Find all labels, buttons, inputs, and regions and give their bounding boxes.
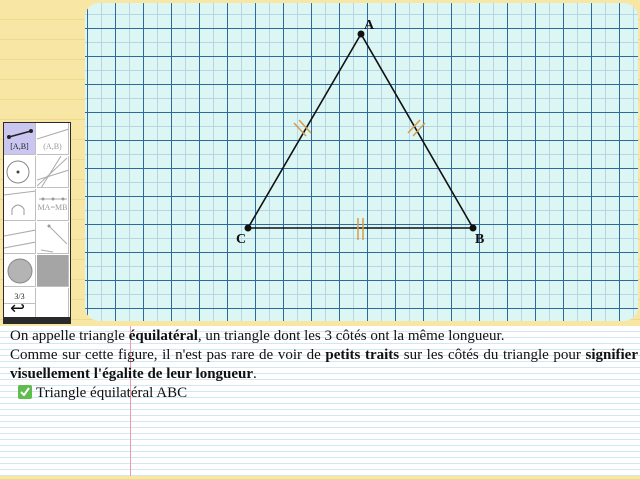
label-A: A: [364, 18, 375, 33]
point-B[interactable]: [469, 224, 477, 232]
fill-square-tool[interactable]: [37, 255, 69, 287]
line-tool-label: (A,B): [43, 142, 62, 151]
fill-circle-tool[interactable]: [4, 255, 36, 287]
geometry-canvas[interactable]: A B C: [85, 3, 638, 321]
segment-tool[interactable]: [A,B]: [4, 123, 36, 155]
side-AC[interactable]: [247, 33, 362, 229]
line-tool[interactable]: (A,B): [37, 123, 69, 155]
triangle-figure: A B C: [236, 18, 484, 247]
term-equilateral: équilatéral: [128, 328, 198, 344]
rays-icon: [4, 229, 35, 249]
checklist-item[interactable]: Triangle équilatéral ABC: [10, 384, 638, 403]
segments-tool[interactable]: [37, 222, 69, 254]
filled-square-icon: [37, 255, 69, 287]
rays-tool[interactable]: [4, 222, 36, 254]
tool-palette: [A,B] (A,B) MA=MB 3/3 ↩: [3, 122, 71, 324]
tick-marks-AB: [407, 119, 426, 137]
definition-paragraph: On appelle triangle équilatéral, un tria…: [10, 328, 505, 344]
toolbar-bottom-strip: [4, 317, 70, 323]
arc-tool[interactable]: [4, 189, 36, 221]
circle-icon: [6, 160, 30, 184]
filled-circle-icon: [7, 258, 33, 284]
page-indicator-label: 3/3: [14, 292, 25, 301]
note-paragraph: Comme sur cette figure, il n'est pas rar…: [10, 347, 638, 382]
equal-length-tool[interactable]: MA=MB: [37, 189, 69, 221]
arc-icon: [4, 190, 35, 215]
tick-marks-BC: [357, 218, 364, 240]
undo-button[interactable]: ↩: [4, 304, 36, 318]
point-C[interactable]: [244, 224, 252, 232]
lines-bundle-icon: [37, 156, 68, 187]
page-indicator[interactable]: 3/3: [4, 288, 36, 304]
equal-length-tool-label: MA=MB: [37, 203, 68, 212]
label-B: B: [475, 232, 484, 247]
segments-icon: [40, 224, 68, 253]
checklist-item-label: Triangle équilatéral ABC: [36, 385, 188, 401]
circle-tool[interactable]: [4, 156, 36, 188]
undo-icon: ↩: [10, 304, 26, 318]
segment-tool-label: [A,B]: [10, 142, 29, 151]
lesson-text: On appelle triangle équilatéral, un tria…: [10, 327, 638, 403]
term-petits-traits: petits traits: [325, 347, 400, 363]
label-C: C: [236, 232, 246, 247]
blank-tool[interactable]: [37, 288, 69, 320]
checkmark-icon: [18, 385, 32, 399]
lines-bundle-tool[interactable]: [37, 156, 69, 188]
